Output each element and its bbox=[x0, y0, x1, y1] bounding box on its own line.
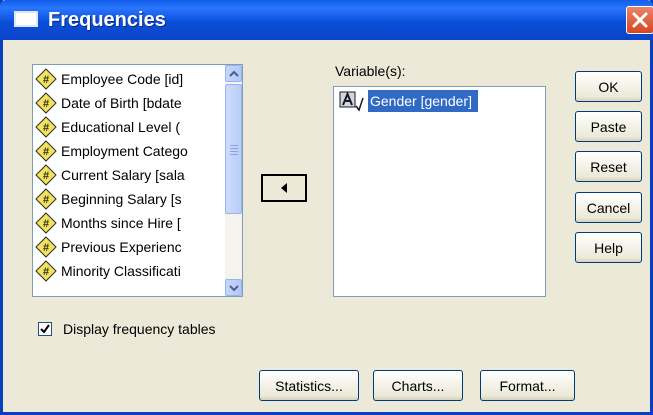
list-item-label: Minority Classificati bbox=[61, 263, 181, 279]
svg-text:#: # bbox=[43, 242, 49, 254]
variables-label: Variable(s): bbox=[335, 63, 406, 79]
target-variable-label: Gender [gender] bbox=[368, 90, 478, 112]
list-item[interactable]: # Beginning Salary [s bbox=[35, 187, 217, 211]
list-item[interactable]: # Minority Classificati bbox=[35, 259, 217, 283]
source-variable-items: # Employee Code [id] # Date of Birth [bdate… bbox=[35, 67, 217, 283]
string-variable-icon bbox=[339, 91, 364, 112]
list-item-label: Employee Code [id] bbox=[61, 71, 184, 87]
list-item[interactable]: # Current Salary [sala bbox=[35, 163, 217, 187]
numeric-variable-icon: # bbox=[35, 92, 57, 114]
list-item[interactable]: # Months since Hire [ bbox=[35, 211, 217, 235]
target-variable-item[interactable]: Gender [gender] bbox=[339, 89, 478, 113]
scroll-down-button[interactable] bbox=[225, 279, 242, 296]
list-item[interactable]: # Previous Experienc bbox=[35, 235, 217, 259]
list-item-label: Educational Level ( bbox=[61, 119, 181, 135]
format-button[interactable]: Format... bbox=[480, 370, 575, 401]
numeric-variable-icon: # bbox=[35, 116, 57, 138]
svg-text:#: # bbox=[43, 194, 49, 206]
display-frequency-tables-label: Display frequency tables bbox=[63, 321, 216, 337]
list-item-label: Beginning Salary [s bbox=[61, 191, 182, 207]
display-frequency-tables-checkbox[interactable] bbox=[38, 322, 52, 336]
list-item[interactable]: # Employment Catego bbox=[35, 139, 217, 163]
list-item-label: Previous Experienc bbox=[61, 239, 182, 255]
frequencies-dialog: Frequencies # Employee Code [id] # Date of … bbox=[0, 0, 653, 415]
list-item-label: Date of Birth [bdate bbox=[61, 95, 182, 111]
list-item-label: Employment Catego bbox=[61, 143, 188, 159]
list-item[interactable]: # Employee Code [id] bbox=[35, 67, 217, 91]
svg-text:#: # bbox=[43, 122, 49, 134]
numeric-variable-icon: # bbox=[35, 260, 57, 282]
arrow-left-icon bbox=[281, 183, 287, 193]
source-variable-list[interactable]: # Employee Code [id] # Date of Birth [bdate… bbox=[32, 64, 243, 297]
title-bar[interactable]: Frequencies bbox=[0, 0, 653, 40]
help-button[interactable]: Help bbox=[575, 232, 642, 263]
numeric-variable-icon: # bbox=[35, 140, 57, 162]
ok-button[interactable]: OK bbox=[575, 71, 642, 102]
scroll-thumb[interactable] bbox=[225, 84, 242, 214]
paste-button[interactable]: Paste bbox=[575, 111, 642, 142]
close-icon bbox=[632, 12, 648, 28]
move-variable-button[interactable] bbox=[261, 174, 307, 202]
svg-text:#: # bbox=[43, 218, 49, 230]
window-icon bbox=[14, 11, 38, 27]
numeric-variable-icon: # bbox=[35, 68, 57, 90]
list-item[interactable]: # Date of Birth [bdate bbox=[35, 91, 217, 115]
cancel-button[interactable]: Cancel bbox=[575, 192, 642, 223]
list-item[interactable]: # Educational Level ( bbox=[35, 115, 217, 139]
numeric-variable-icon: # bbox=[35, 188, 57, 210]
svg-text:#: # bbox=[43, 98, 49, 110]
statistics-button[interactable]: Statistics... bbox=[259, 370, 359, 401]
svg-text:#: # bbox=[43, 170, 49, 182]
svg-text:#: # bbox=[43, 266, 49, 278]
target-variable-list[interactable]: Gender [gender] bbox=[333, 86, 546, 297]
svg-text:#: # bbox=[43, 146, 49, 158]
svg-text:#: # bbox=[43, 74, 49, 86]
reset-button[interactable]: Reset bbox=[575, 151, 642, 182]
chevron-down-icon bbox=[229, 285, 239, 292]
scroll-up-button[interactable] bbox=[225, 65, 242, 82]
window-title: Frequencies bbox=[48, 9, 166, 31]
numeric-variable-icon: # bbox=[35, 212, 57, 234]
close-button[interactable] bbox=[626, 6, 653, 34]
vertical-scrollbar[interactable] bbox=[225, 65, 242, 296]
list-item-label: Months since Hire [ bbox=[61, 215, 181, 231]
list-item-label: Current Salary [sala bbox=[61, 167, 185, 183]
checkmark-icon bbox=[40, 324, 50, 334]
numeric-variable-icon: # bbox=[35, 164, 57, 186]
numeric-variable-icon: # bbox=[35, 236, 57, 258]
chevron-up-icon bbox=[229, 70, 239, 77]
charts-button[interactable]: Charts... bbox=[373, 370, 463, 401]
